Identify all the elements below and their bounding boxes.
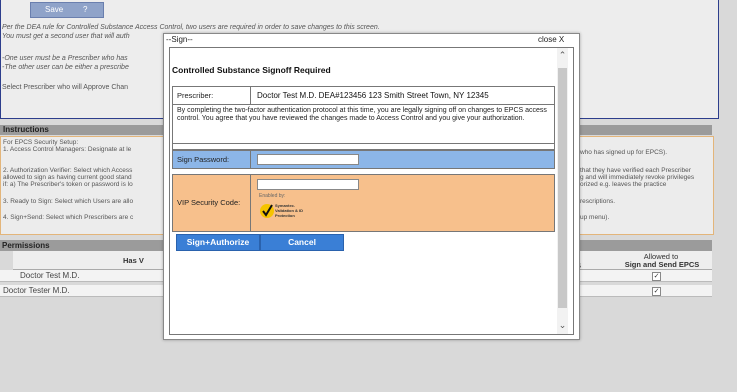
- spacer-row: [172, 143, 555, 150]
- prescriber-label: Prescriber:: [173, 87, 251, 104]
- row-name: Doctor Test M.D.: [20, 271, 80, 280]
- select-prescriber-label: Select Prescriber who will Approve Chan: [2, 84, 129, 91]
- row-name: Doctor Tester M.D.: [3, 286, 70, 295]
- vip-label: VIP Security Code:: [173, 175, 251, 231]
- symantec-text: Symantec. Validation & ID Protection: [275, 203, 304, 218]
- instruction-line: allowed to sign as having current good s…: [3, 174, 132, 181]
- save-help-icon[interactable]: ?: [83, 5, 93, 15]
- sign-send-checkbox[interactable]: ✓: [652, 287, 661, 296]
- instruction-line: orized e.g. leaves the practice: [580, 181, 667, 188]
- sign-dialog: --Sign-- close X ⌃ ⌄ Controlled Substanc…: [163, 33, 580, 340]
- sign-authorize-button[interactable]: Sign+Authorize: [176, 234, 260, 251]
- sign-password-input[interactable]: [257, 154, 359, 165]
- vip-code-input[interactable]: [257, 179, 359, 190]
- dialog-scrollbar[interactable]: ⌃ ⌄: [557, 48, 568, 334]
- dialog-title: --Sign--: [166, 35, 193, 44]
- signoff-heading: Controlled Substance Signoff Required: [172, 65, 331, 75]
- instruction-line: if: a) The Prescriber's token or passwor…: [3, 181, 133, 188]
- permissions-title: Permissions: [2, 241, 50, 250]
- agreement-text: By completing the two-factor authenticat…: [177, 107, 547, 122]
- vip-row: VIP Security Code: Enabled by: Symantec.…: [172, 174, 555, 232]
- has-column-header: Has V: [123, 256, 144, 265]
- scrollbar-thumb[interactable]: [558, 68, 567, 308]
- instructions-title: Instructions: [3, 125, 49, 134]
- password-row: Sign Password:: [172, 150, 555, 169]
- prescriber-rule-text: -One user must be a Prescriber who has: [2, 55, 128, 62]
- instruction-line: rescriptions.: [580, 198, 616, 205]
- instruction-line: 1. Access Control Managers: Designate at…: [3, 146, 132, 153]
- sign-send-checkbox[interactable]: ✓: [652, 272, 661, 281]
- cancel-button[interactable]: Cancel: [260, 234, 344, 251]
- instruction-line: that they have verified each Prescriber: [580, 167, 691, 174]
- instruction-line: 2. Authorization Verifier: Select which …: [3, 167, 133, 174]
- prescriber-row: Prescriber: Doctor Test M.D. DEA#123456 …: [172, 86, 555, 105]
- close-button[interactable]: close X: [538, 35, 564, 44]
- instruction-line: 3. Ready to Sign: Select which Users are…: [3, 198, 134, 205]
- prescriber-value: Doctor Test M.D. DEA#123456 123 Smith St…: [257, 91, 489, 100]
- instruction-line: g and will immediately revoke privileges: [580, 174, 695, 181]
- instruction-line: up menu).: [580, 214, 610, 221]
- agreement-row: By completing the two-factor authenticat…: [172, 104, 555, 144]
- instruction-line: 4. Sign+Send: Select which Prescribers a…: [3, 214, 134, 221]
- scroll-up-icon[interactable]: ⌃: [557, 50, 568, 61]
- second-user-text: You must get a second user that will aut…: [2, 33, 130, 40]
- other-user-rule-text: -The other user can be either a prescrib…: [2, 64, 129, 71]
- password-label: Sign Password:: [173, 151, 251, 168]
- instruction-line: who has signed up for EPCS).: [580, 149, 668, 156]
- save-button[interactable]: Save ?: [30, 2, 104, 18]
- dea-rule-text: Per the DEA rule for Controlled Substanc…: [2, 24, 380, 31]
- sign-send-epcs-header: Sign and Send EPCS: [624, 260, 700, 269]
- scroll-down-icon[interactable]: ⌄: [557, 320, 568, 331]
- instruction-line: For EPCS Security Setup:: [3, 139, 79, 146]
- save-label: Save: [45, 5, 64, 14]
